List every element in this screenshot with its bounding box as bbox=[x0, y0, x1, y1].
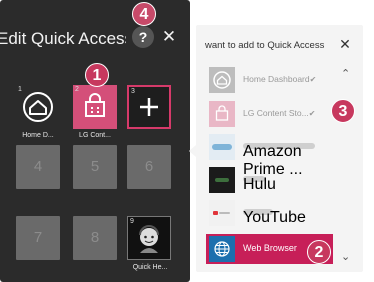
hulu-icon bbox=[209, 167, 235, 193]
list-item-label: YouTube bbox=[243, 209, 306, 226]
tile-number: 9 bbox=[130, 218, 134, 225]
tile-number: 2 bbox=[75, 86, 79, 93]
tile-number: 1 bbox=[18, 86, 22, 93]
check-icon: ✔ bbox=[308, 109, 316, 118]
tile-number: 6 bbox=[144, 158, 154, 175]
pointer-arrow bbox=[189, 145, 196, 157]
tile-lg-content-store[interactable]: 2 bbox=[73, 85, 117, 129]
list-item-youtube[interactable]: YouTube bbox=[206, 198, 336, 228]
close-panel-button[interactable]: ✕ bbox=[337, 35, 353, 53]
list-item-label: Web Browser bbox=[243, 243, 297, 253]
tile-caption: Quick He... bbox=[132, 264, 168, 271]
tile-quick-help[interactable]: 9 bbox=[127, 216, 171, 260]
shopping-bag-icon bbox=[85, 93, 105, 117]
tile-empty[interactable]: 6 bbox=[127, 145, 171, 189]
help-button[interactable]: ? bbox=[132, 26, 154, 48]
tile-empty[interactable]: 5 bbox=[73, 145, 117, 189]
list-item-label: Home Dashboard bbox=[243, 74, 310, 84]
callout-badge-1: 1 bbox=[85, 63, 109, 87]
list-item-amazon-prime[interactable]: Amazon Prime ... bbox=[206, 132, 336, 178]
list-item-label: Hulu bbox=[243, 176, 276, 193]
prime-video-icon bbox=[209, 134, 235, 160]
tile-number: 4 bbox=[33, 158, 43, 175]
tile-home-dashboard[interactable]: 1 bbox=[16, 85, 60, 129]
close-button[interactable]: ✕ bbox=[161, 27, 177, 47]
list-item-home-dashboard[interactable]: Home Dashboard✔ bbox=[206, 65, 336, 95]
page-title: Edit Quick Access bbox=[0, 29, 126, 48]
chevron-down-icon[interactable]: ⌄ bbox=[341, 251, 350, 263]
tile-number: 5 bbox=[90, 158, 100, 175]
agent-face-icon bbox=[139, 225, 159, 253]
tile-number: 8 bbox=[90, 229, 100, 246]
tile-caption: Home D... bbox=[22, 132, 54, 139]
check-icon: ✔ bbox=[309, 75, 317, 84]
add-apps-panel: want to add to Quick Access ✕ Home Dashb… bbox=[196, 25, 363, 272]
list-item-hulu[interactable]: Hulu bbox=[206, 165, 336, 195]
home-icon bbox=[23, 92, 53, 122]
shopping-bag-icon bbox=[209, 101, 235, 127]
callout-badge-3: 3 bbox=[331, 99, 355, 123]
tile-number: 3 bbox=[131, 88, 135, 95]
callout-badge-2: 2 bbox=[307, 240, 331, 264]
youtube-icon bbox=[209, 200, 235, 226]
home-icon bbox=[209, 67, 235, 93]
chevron-up-icon[interactable]: ⌃ bbox=[341, 68, 350, 80]
panel-title: want to add to Quick Access bbox=[205, 40, 325, 51]
list-item-label: Amazon Prime ... bbox=[243, 143, 315, 178]
tile-number: 7 bbox=[33, 229, 43, 246]
tile-empty[interactable]: 8 bbox=[73, 216, 117, 260]
tile-empty[interactable]: 4 bbox=[16, 145, 60, 189]
list-item-lg-content-store[interactable]: LG Content Sto...✔ bbox=[206, 99, 336, 129]
tile-empty[interactable]: 7 bbox=[16, 216, 60, 260]
tile-caption: LG Cont... bbox=[79, 132, 111, 139]
globe-icon bbox=[209, 236, 235, 262]
list-item-label: LG Content Sto... bbox=[243, 108, 309, 118]
callout-badge-4: 4 bbox=[132, 2, 156, 26]
plus-icon bbox=[140, 98, 158, 116]
edit-quick-access-panel: Edit Quick Access ? ✕ 1 Home D... 2 LG C… bbox=[0, 0, 190, 282]
tile-add[interactable]: 3 bbox=[127, 85, 171, 129]
